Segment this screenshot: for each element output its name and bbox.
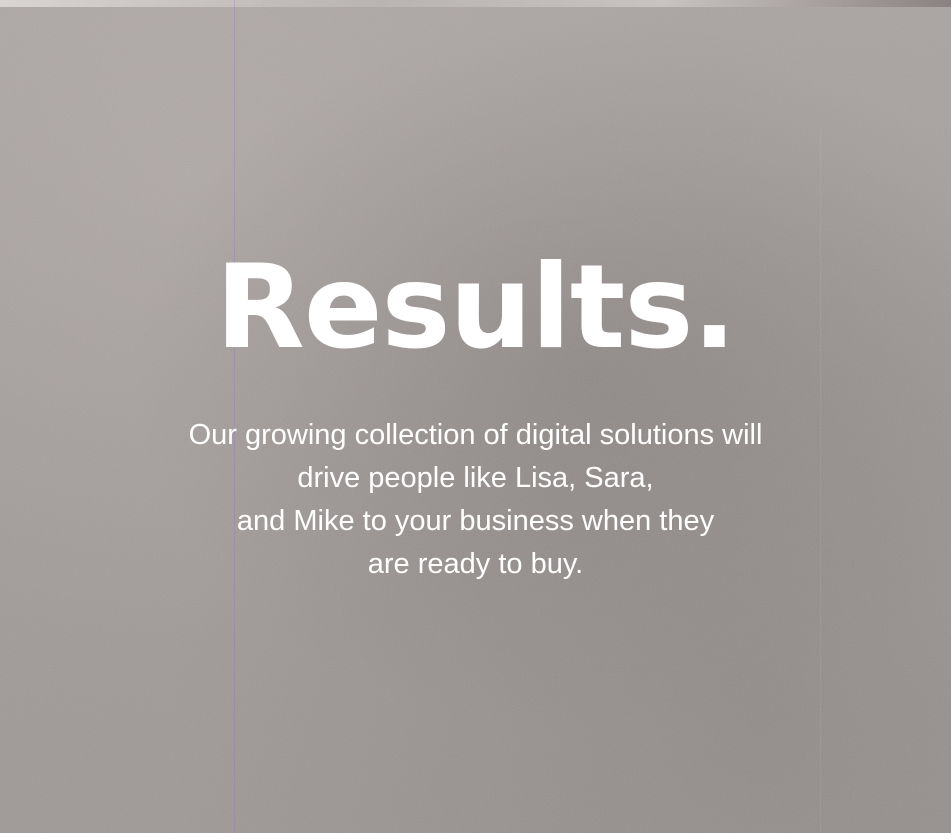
body-line: Our growing collection of digital soluti… <box>188 419 763 451</box>
ad-page: Results. Our growing collection of digit… <box>0 0 951 833</box>
body-line: drive people like Lisa, Sara, <box>297 462 654 494</box>
body-line: are ready to buy. <box>367 548 584 580</box>
body-copy: Our growing collection of digital soluti… <box>60 414 891 586</box>
body-line: and Mike to your business when they <box>236 505 715 537</box>
scan-edge-strip <box>0 0 951 7</box>
headline: Results. <box>215 240 737 375</box>
